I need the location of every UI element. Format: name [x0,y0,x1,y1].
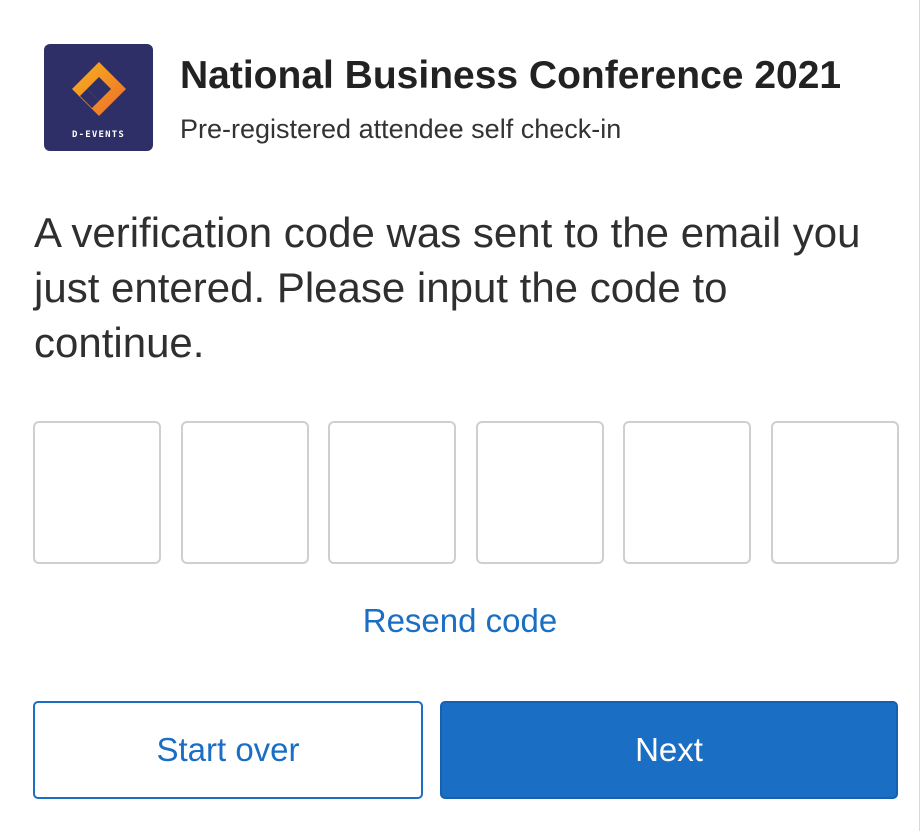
resend-code-link[interactable]: Resend code [0,602,920,640]
page-title: National Business Conference 2021 [180,54,842,97]
code-digit-3[interactable] [328,421,457,564]
code-digit-2[interactable] [180,421,309,564]
code-digit-4[interactable] [475,421,604,564]
d-events-logo: D-EVENTS [44,44,153,151]
next-label: Next [635,731,703,768]
next-button[interactable]: Next [440,701,898,799]
page-subtitle: Pre-registered attendee self check-in [180,114,622,144]
check-in-page: D-EVENTS National Business Conference 20… [0,0,920,831]
code-digit-1[interactable] [33,421,161,564]
logo-text: D-EVENTS [72,130,125,140]
verification-code-inputs [33,421,899,566]
code-digit-5[interactable] [623,421,752,564]
code-digit-6[interactable] [770,421,899,564]
start-over-button[interactable]: Start over [33,701,423,799]
start-over-label: Start over [156,731,300,768]
verification-message: A verification code was sent to the emai… [34,209,861,366]
